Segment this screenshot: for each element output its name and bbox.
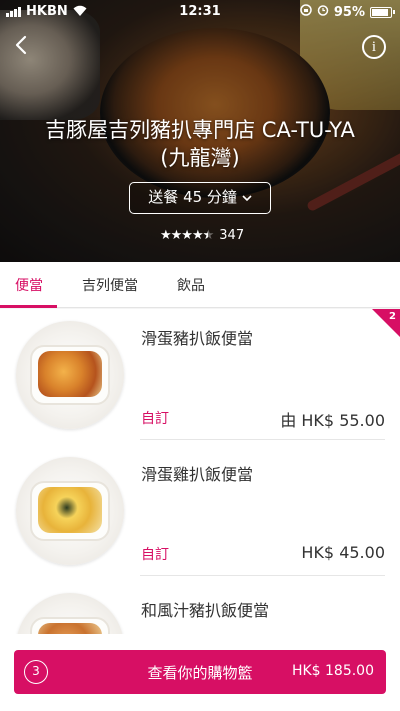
cart-total: HK$ 185.00 <box>291 663 374 679</box>
info-button[interactable]: i <box>362 35 386 59</box>
dish-name: 滑蛋豬扒飯便當 <box>141 329 254 348</box>
dish-image <box>16 321 124 429</box>
corner-badge-count: 2 <box>389 311 396 322</box>
menu-item[interactable]: 滑蛋雞扒飯便當 自訂 HK$ 45.00 <box>0 445 400 581</box>
status-bar: HKBN 12:31 95% <box>0 0 400 24</box>
category-tabs: 便當 吉列便當 飲品 <box>0 262 400 308</box>
rating-stars-icon: ★★★★★★ <box>160 228 214 243</box>
status-bar-right: 95% <box>300 4 395 20</box>
dish-image <box>16 457 124 565</box>
battery-icon <box>370 6 395 18</box>
rating-count: 347 <box>219 228 245 243</box>
store-name-line2: (九龍灣) <box>160 146 240 170</box>
dish-price: HK$ 45.00 <box>301 543 385 562</box>
dish-name: 和風汁豬扒飯便當 <box>141 601 270 620</box>
chevron-down-icon <box>242 188 252 206</box>
store-name-line1: 吉豚屋吉列豬扒專門店 CA-TU-YA <box>45 118 355 142</box>
view-cart-button[interactable]: 3 查看你的購物籃 HK$ 185.00 <box>14 650 386 694</box>
delivery-time-button[interactable]: 送餐 45 分鐘 <box>129 182 271 214</box>
battery-percent: 95% <box>333 4 365 20</box>
customize-tag: 自訂 <box>141 547 169 563</box>
chevron-left-icon <box>15 35 27 55</box>
dish-name: 滑蛋雞扒飯便當 <box>141 465 254 484</box>
rotation-lock-icon <box>300 4 312 20</box>
tab-katsu-bento[interactable]: 吉列便當 <box>82 275 138 295</box>
tab-bento[interactable]: 便當 <box>15 275 43 295</box>
back-button[interactable] <box>10 33 34 57</box>
tab-drinks[interactable]: 飲品 <box>177 275 205 295</box>
customize-tag: 自訂 <box>141 411 169 427</box>
menu-list: 滑蛋豬扒飯便當 自訂 由 HK$ 55.00 滑蛋雞扒飯便當 自訂 HK$ 45… <box>0 309 400 649</box>
delivery-time-label: 送餐 45 分鐘 <box>148 188 237 206</box>
dish-price: 由 HK$ 55.00 <box>280 411 385 430</box>
store-name: 吉豚屋吉列豬扒專門店 CA-TU-YA (九龍灣) <box>0 116 400 172</box>
store-rating: ★★★★★★ 347 <box>160 228 244 243</box>
alarm-icon <box>317 4 329 20</box>
info-icon: i <box>371 39 377 55</box>
menu-item[interactable]: 滑蛋豬扒飯便當 自訂 由 HK$ 55.00 <box>0 309 400 445</box>
active-tab-indicator <box>0 305 57 308</box>
divider <box>140 575 385 576</box>
divider <box>140 439 385 440</box>
cart-bar: 3 查看你的購物籃 HK$ 185.00 <box>0 634 400 711</box>
